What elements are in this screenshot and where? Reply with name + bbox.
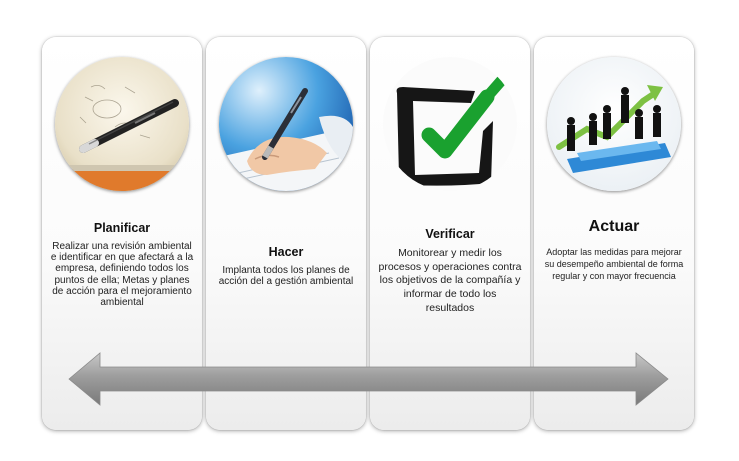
double-headed-arrow-icon [68,352,669,406]
